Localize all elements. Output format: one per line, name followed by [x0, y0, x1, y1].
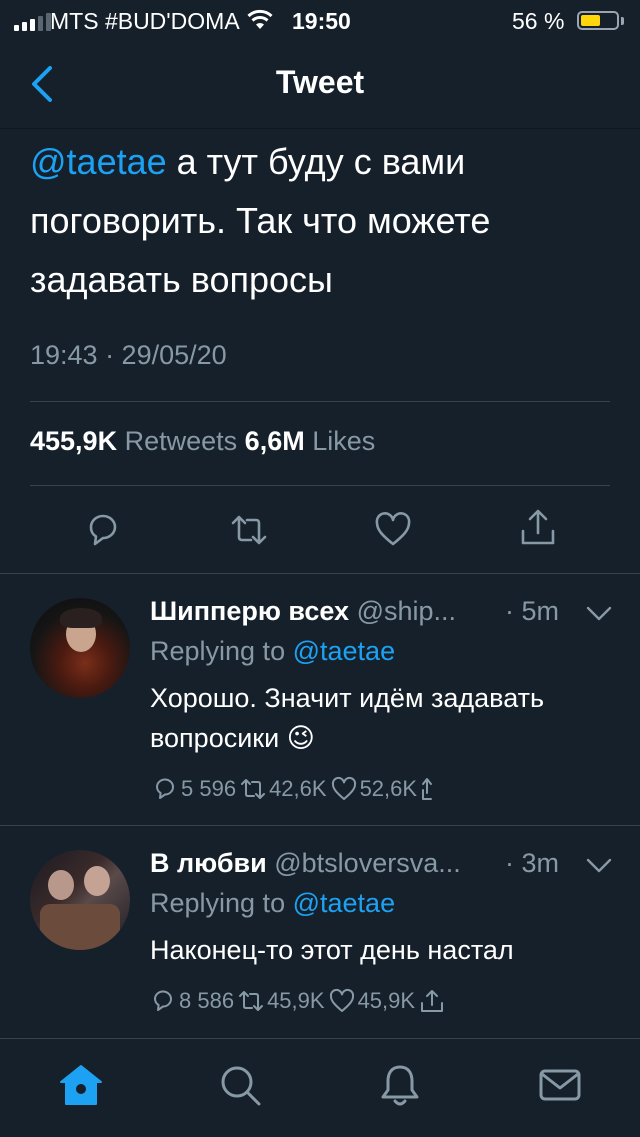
replying-mention[interactable]: @taetae	[293, 636, 395, 666]
search-icon[interactable]	[217, 1062, 263, 1108]
reply-icon[interactable]	[152, 776, 178, 802]
share-icon[interactable]	[419, 988, 445, 1014]
reply-item[interactable]: Шипперю всех @ship... · 5m Replying to @…	[0, 574, 640, 825]
battery-icon	[577, 11, 619, 30]
divider	[30, 485, 610, 486]
battery-tip	[621, 17, 624, 25]
reply-actions: 5 596 42,6K 52,6K	[152, 776, 433, 802]
like-icon[interactable]	[373, 510, 413, 550]
messages-icon[interactable]	[537, 1062, 583, 1108]
reply-item[interactable]: В любви @btsloversva... · 3m Replying to…	[0, 826, 640, 1038]
chevron-down-icon[interactable]	[586, 606, 612, 622]
replying-mention[interactable]: @taetae	[293, 888, 395, 918]
nav-divider	[0, 128, 640, 129]
likes-label: Likes	[312, 426, 376, 456]
likes-count: 6,6M	[244, 426, 305, 456]
divider	[30, 401, 610, 402]
tweet-stats[interactable]: 455,9K Retweets 6,6M Likes	[30, 426, 375, 457]
reply-text: Наконец-то этот день настал	[150, 935, 514, 965]
like-icon[interactable]	[331, 776, 357, 802]
retweet-icon[interactable]	[238, 988, 264, 1014]
clock: 19:50	[292, 8, 351, 34]
signal-strength-icon	[14, 13, 51, 31]
wifi-icon	[247, 9, 273, 29]
replying-to: Replying to @taetae	[150, 636, 395, 667]
reply-actions: 8 586 45,9K 45,9K	[150, 988, 448, 1014]
reply-author-name[interactable]: В любви	[150, 848, 267, 878]
carrier-name: MTS #BUD'DOMA	[50, 8, 240, 34]
retweet-icon[interactable]	[240, 776, 266, 802]
reply-count: 8 586	[179, 988, 235, 1013]
notifications-icon[interactable]	[377, 1062, 423, 1108]
replying-label: Replying to	[150, 636, 286, 666]
battery-percent: 56 %	[512, 8, 565, 34]
reply-text: Хорошо. Значит идём задавать вопросики 😉	[150, 683, 545, 753]
like-count: 52,6K	[359, 776, 418, 801]
avatar[interactable]	[30, 598, 130, 698]
share-icon[interactable]	[421, 776, 433, 802]
retweet-count: 42,6K	[269, 776, 327, 801]
reply-time: · 5m	[505, 596, 559, 626]
reply-icon[interactable]	[150, 988, 176, 1014]
replying-to: Replying to @taetae	[150, 888, 395, 919]
reply-icon[interactable]	[83, 510, 123, 550]
retweets-label: Retweets	[124, 426, 238, 456]
avatar[interactable]	[30, 850, 130, 950]
status-bar: MTS #BUD'DOMA 19:50 56 %	[0, 0, 640, 42]
chevron-down-icon[interactable]	[586, 858, 612, 874]
reply-header: В любви @btsloversva...	[150, 848, 461, 879]
reply-author-handle[interactable]: @ship...	[357, 596, 456, 626]
reply-count: 5 596	[181, 776, 237, 801]
back-chevron-icon[interactable]	[28, 64, 58, 104]
retweet-icon[interactable]	[229, 510, 269, 550]
home-icon[interactable]	[58, 1062, 104, 1108]
page-title: Tweet	[275, 64, 365, 100]
share-icon[interactable]	[518, 508, 558, 548]
like-count: 45,9K	[357, 988, 416, 1013]
reply-time: · 3m	[505, 848, 559, 878]
tweet-mention[interactable]: @taetae	[30, 141, 167, 182]
like-icon[interactable]	[329, 988, 355, 1014]
replying-label: Replying to	[150, 888, 286, 918]
tweet-text: @taetae а тут буду с вами поговорить. Та…	[30, 132, 620, 309]
reply-author-name[interactable]: Шипперю всех	[150, 596, 349, 626]
tweet-timestamp: 19:43 · 29/05/20	[30, 340, 227, 370]
reply-header: Шипперю всех @ship...	[150, 596, 456, 627]
reply-author-handle[interactable]: @btsloversva...	[274, 848, 460, 878]
retweet-count: 45,9K	[267, 988, 325, 1013]
retweets-count: 455,9K	[30, 426, 118, 456]
